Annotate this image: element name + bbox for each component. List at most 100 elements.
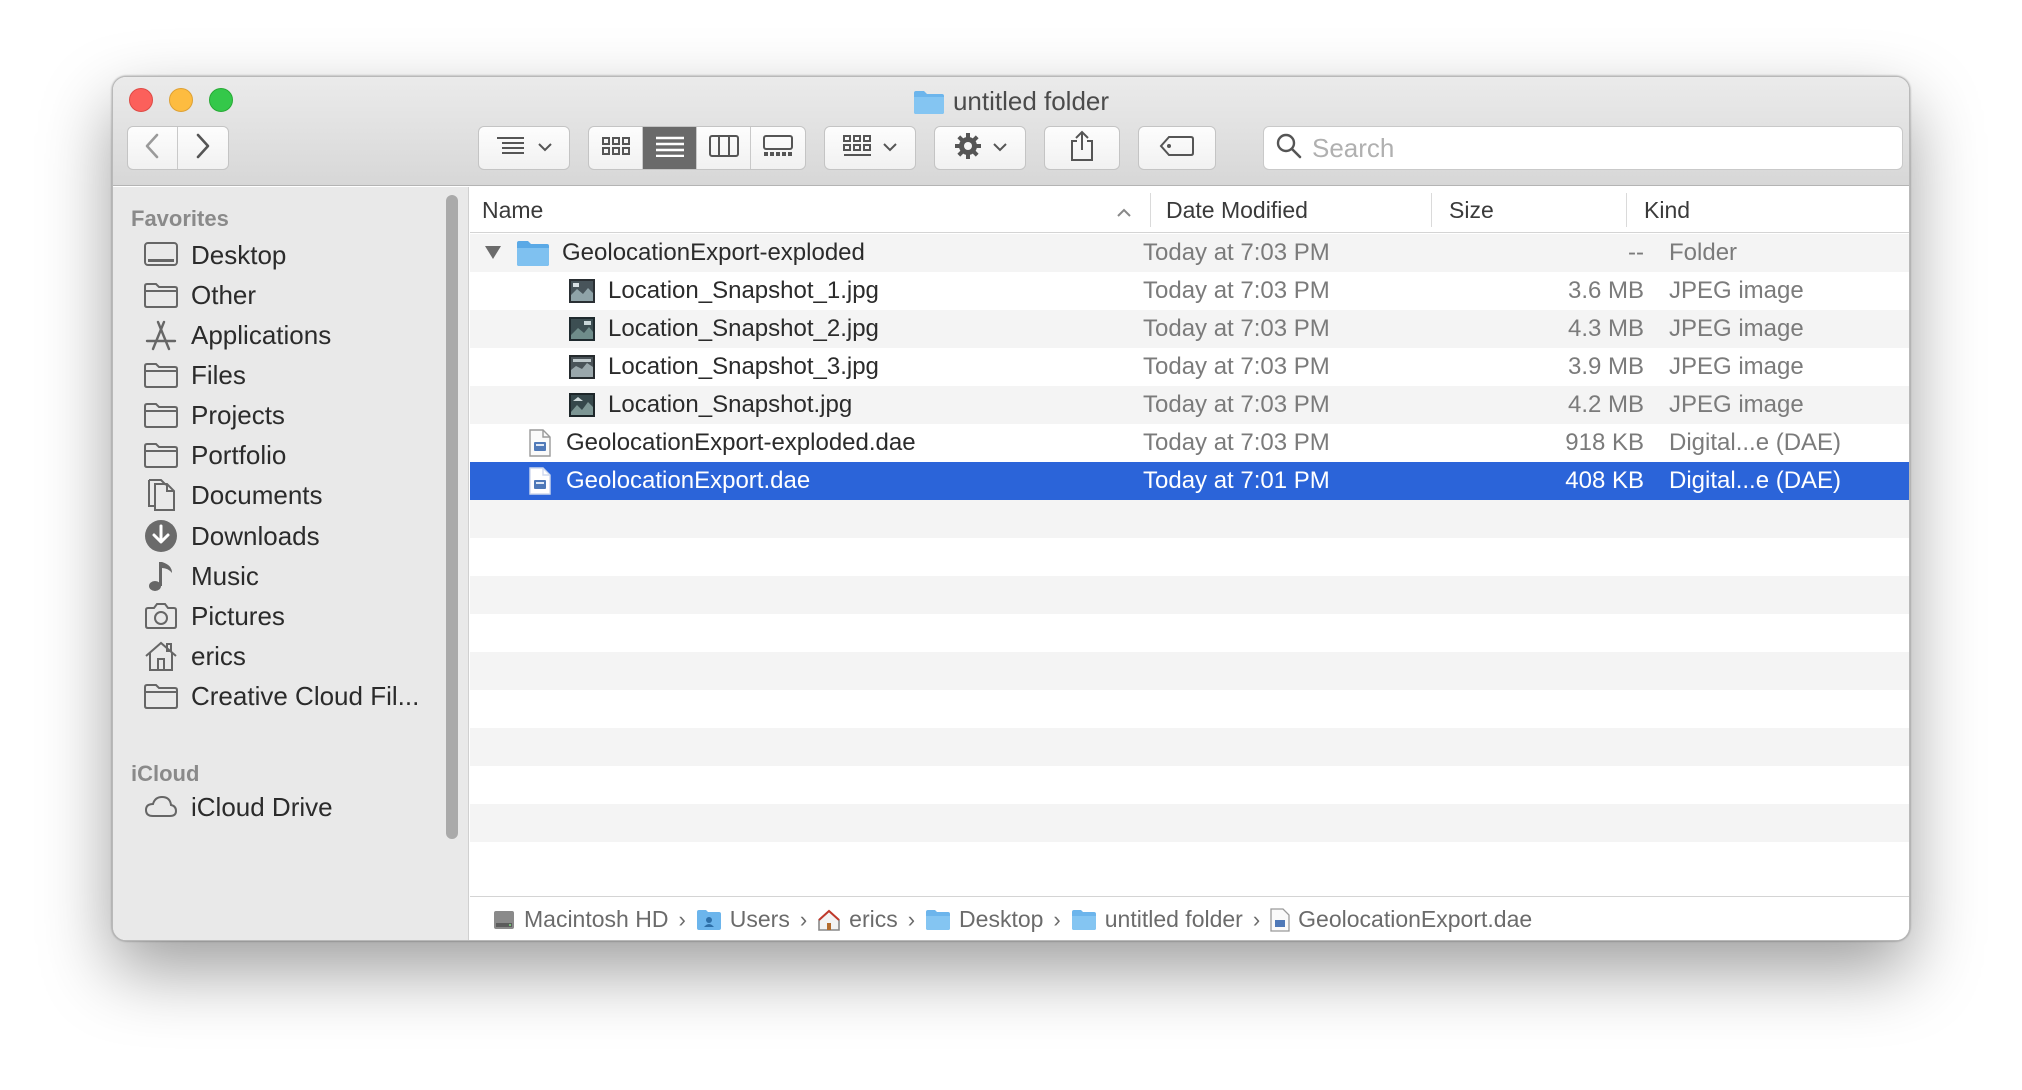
path-item-label: untitled folder — [1104, 906, 1243, 932]
path-item-label: Macintosh HD — [524, 906, 669, 932]
share-button[interactable] — [1044, 126, 1120, 170]
file-size: 3.6 MB — [1567, 277, 1644, 304]
chevron-left-icon — [144, 133, 160, 164]
path-item-users[interactable]: Users — [696, 906, 790, 933]
sidebar-item-label: Music — [191, 560, 259, 591]
column-header-kind-label: Kind — [1644, 196, 1691, 223]
column-header-name[interactable]: Name — [482, 187, 1132, 233]
tags-button[interactable] — [1138, 126, 1216, 170]
title-bar[interactable]: untitled folder — [113, 77, 1909, 186]
empty-row — [470, 538, 1909, 576]
view-mode-control — [588, 126, 806, 170]
path-separator: › — [907, 906, 916, 932]
file-date: Today at 7:03 PM — [1143, 353, 1330, 380]
sidebar-item-label: Creative Cloud Fil... — [191, 680, 420, 711]
path-item-geolocationexport-dae[interactable]: GeolocationExport.dae — [1270, 906, 1532, 933]
sidebar-item-label: Applications — [191, 319, 332, 350]
navigation-buttons — [127, 126, 229, 170]
file-name: GeolocationExport.dae — [566, 467, 811, 494]
forward-button[interactable] — [178, 127, 228, 169]
image-thumbnail-icon — [568, 275, 596, 307]
column-header-name-label: Name — [482, 196, 544, 223]
action-button[interactable] — [934, 126, 1026, 170]
folder-icon — [143, 437, 179, 473]
file-kind: JPEG image — [1669, 277, 1804, 304]
file-size: 4.3 MB — [1567, 315, 1644, 342]
column-header-row: Name Date Modified Size Kind — [470, 187, 1909, 233]
icon-view-button[interactable] — [589, 127, 643, 169]
gallery-view-button[interactable] — [751, 127, 805, 169]
image-thumbnail-icon — [568, 313, 596, 345]
applications-icon — [143, 317, 179, 353]
sort-ascending-icon — [1116, 197, 1132, 224]
path-item-macintosh-hd[interactable]: Macintosh HD — [492, 906, 668, 933]
empty-row — [470, 728, 1909, 766]
column-divider[interactable] — [1626, 193, 1627, 227]
file-row[interactable]: GeolocationExport-exploded Today at 7:03… — [470, 234, 1909, 272]
camera-icon — [143, 598, 179, 634]
arrange-button[interactable] — [478, 126, 570, 170]
sidebar-item-label: Documents — [191, 479, 323, 510]
empty-row — [470, 766, 1909, 804]
column-view-button[interactable] — [697, 127, 751, 169]
path-item-label: Users — [729, 906, 790, 932]
path-separator: › — [1252, 906, 1261, 932]
back-button[interactable] — [128, 127, 178, 169]
sidebar: Favorites Desktop Other Applications Fil… — [113, 187, 469, 940]
file-row[interactable]: Location_Snapshot_3.jpg Today at 7:03 PM… — [470, 348, 1909, 386]
path-separator: › — [799, 906, 808, 932]
folder-icon — [143, 678, 179, 714]
file-row[interactable]: GeolocationExport-exploded.dae Today at … — [470, 424, 1909, 462]
folder-icon — [516, 237, 550, 269]
disclosure-triangle-icon[interactable] — [484, 239, 502, 267]
document-icon — [526, 465, 554, 497]
column-header-size[interactable]: Size — [1449, 187, 1494, 233]
document-icon — [526, 427, 554, 459]
empty-row — [470, 614, 1909, 652]
folder-icon — [143, 357, 179, 393]
hard-drive-icon — [492, 908, 516, 932]
group-button[interactable] — [824, 126, 916, 170]
path-item-untitled-folder[interactable]: untitled folder — [1071, 906, 1243, 933]
sidebar-item-label: Other — [191, 279, 257, 310]
gear-icon — [953, 131, 983, 166]
file-row[interactable]: Location_Snapshot.jpg Today at 7:03 PM 4… — [470, 386, 1909, 424]
column-header-date-modified[interactable]: Date Modified — [1166, 187, 1308, 233]
sidebar-item-label: erics — [191, 640, 246, 671]
empty-row — [470, 842, 1909, 880]
path-item-erics[interactable]: erics — [817, 906, 898, 933]
file-row-selected[interactable]: GeolocationExport.dae Today at 7:01 PM 4… — [470, 462, 1909, 500]
column-divider[interactable] — [1431, 193, 1432, 227]
search-field[interactable] — [1263, 126, 1903, 170]
sidebar-item-label: Desktop — [191, 239, 287, 270]
column-header-kind[interactable]: Kind — [1644, 187, 1690, 233]
file-kind: JPEG image — [1669, 391, 1804, 418]
list-view-button[interactable] — [643, 127, 697, 169]
path-separator: › — [1053, 906, 1061, 932]
file-kind: JPEG image — [1669, 315, 1804, 342]
finder-window: untitled folder Search Favorites Desktop… — [112, 76, 1910, 941]
search-input[interactable] — [1312, 132, 1872, 164]
cloud-icon — [143, 789, 179, 825]
file-row[interactable]: Location_Snapshot_2.jpg Today at 7:03 PM… — [470, 310, 1909, 348]
file-name: GeolocationExport-exploded.dae — [566, 429, 916, 456]
file-list-pane: Name Date Modified Size Kind Geolocation… — [470, 187, 1909, 940]
file-name: Location_Snapshot_2.jpg — [608, 315, 879, 342]
column-divider[interactable] — [1150, 193, 1151, 227]
sidebar-item-label: Files — [191, 359, 246, 390]
gallery-icon — [763, 134, 793, 162]
file-date: Today at 7:03 PM — [1143, 429, 1330, 456]
sidebar-item-creative-cloud-files[interactable]: Creative Cloud Fil... — [143, 672, 443, 720]
sidebar-item-label: Projects — [191, 399, 285, 430]
file-date: Today at 7:03 PM — [1143, 277, 1330, 304]
music-icon — [143, 558, 179, 594]
file-row[interactable]: Location_Snapshot_1.jpg Today at 7:03 PM… — [470, 272, 1909, 310]
file-kind: Digital...e (DAE) — [1669, 429, 1842, 456]
path-item-desktop[interactable]: Desktop — [925, 906, 1043, 933]
window-title-text: untitled folder — [952, 86, 1110, 116]
sidebar-item-icloud-drive[interactable]: iCloud Drive — [143, 783, 443, 831]
sidebar-scrollbar[interactable] — [446, 195, 458, 839]
column-header-size-label: Size — [1449, 196, 1494, 223]
image-thumbnail-icon — [568, 389, 596, 421]
empty-row — [470, 690, 1909, 728]
